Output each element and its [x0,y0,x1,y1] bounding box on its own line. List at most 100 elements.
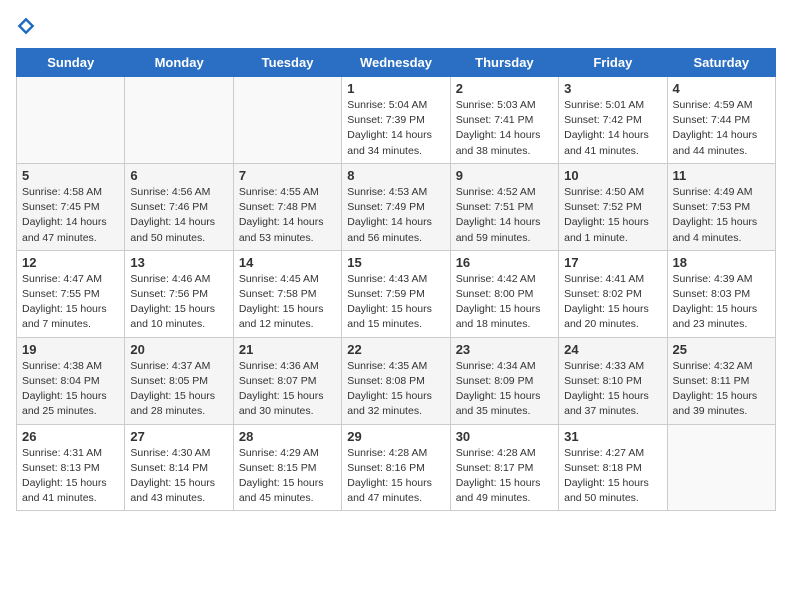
day-number: 6 [130,168,227,183]
calendar-cell: 15 Sunrise: 4:43 AMSunset: 7:59 PMDayligh… [342,250,450,337]
calendar-cell: 4 Sunrise: 4:59 AMSunset: 7:44 PMDaylight… [667,77,775,164]
day-number: 12 [22,255,119,270]
calendar-cell: 7 Sunrise: 4:55 AMSunset: 7:48 PMDaylight… [233,163,341,250]
calendar-cell: 18 Sunrise: 4:39 AMSunset: 8:03 PMDayligh… [667,250,775,337]
day-info: Sunrise: 4:35 AMSunset: 8:08 PMDaylight:… [347,359,444,420]
day-info: Sunrise: 4:43 AMSunset: 7:59 PMDaylight:… [347,272,444,333]
day-number: 3 [564,81,661,96]
logo-icon [16,16,36,36]
day-number: 16 [456,255,553,270]
calendar-cell: 14 Sunrise: 4:45 AMSunset: 7:58 PMDayligh… [233,250,341,337]
calendar-cell: 13 Sunrise: 4:46 AMSunset: 7:56 PMDayligh… [125,250,233,337]
day-number: 4 [673,81,770,96]
day-info: Sunrise: 4:49 AMSunset: 7:53 PMDaylight:… [673,185,770,246]
day-info: Sunrise: 5:01 AMSunset: 7:42 PMDaylight:… [564,98,661,159]
day-info: Sunrise: 4:56 AMSunset: 7:46 PMDaylight:… [130,185,227,246]
col-header-sunday: Sunday [17,49,125,77]
day-number: 14 [239,255,336,270]
day-info: Sunrise: 4:38 AMSunset: 8:04 PMDaylight:… [22,359,119,420]
calendar-cell: 11 Sunrise: 4:49 AMSunset: 7:53 PMDayligh… [667,163,775,250]
day-info: Sunrise: 4:37 AMSunset: 8:05 PMDaylight:… [130,359,227,420]
day-info: Sunrise: 4:42 AMSunset: 8:00 PMDaylight:… [456,272,553,333]
col-header-tuesday: Tuesday [233,49,341,77]
calendar-cell: 21 Sunrise: 4:36 AMSunset: 8:07 PMDayligh… [233,337,341,424]
calendar-cell: 30 Sunrise: 4:28 AMSunset: 8:17 PMDayligh… [450,424,558,511]
day-number: 27 [130,429,227,444]
day-number: 17 [564,255,661,270]
day-number: 23 [456,342,553,357]
day-info: Sunrise: 4:53 AMSunset: 7:49 PMDaylight:… [347,185,444,246]
calendar-cell: 22 Sunrise: 4:35 AMSunset: 8:08 PMDayligh… [342,337,450,424]
day-info: Sunrise: 4:41 AMSunset: 8:02 PMDaylight:… [564,272,661,333]
calendar-cell: 29 Sunrise: 4:28 AMSunset: 8:16 PMDayligh… [342,424,450,511]
calendar-cell: 2 Sunrise: 5:03 AMSunset: 7:41 PMDaylight… [450,77,558,164]
day-number: 2 [456,81,553,96]
day-info: Sunrise: 4:28 AMSunset: 8:17 PMDaylight:… [456,446,553,507]
day-number: 22 [347,342,444,357]
calendar-cell: 8 Sunrise: 4:53 AMSunset: 7:49 PMDaylight… [342,163,450,250]
day-number: 10 [564,168,661,183]
day-number: 25 [673,342,770,357]
calendar-cell: 19 Sunrise: 4:38 AMSunset: 8:04 PMDayligh… [17,337,125,424]
calendar-cell: 26 Sunrise: 4:31 AMSunset: 8:13 PMDayligh… [17,424,125,511]
day-info: Sunrise: 4:33 AMSunset: 8:10 PMDaylight:… [564,359,661,420]
day-info: Sunrise: 4:45 AMSunset: 7:58 PMDaylight:… [239,272,336,333]
day-number: 29 [347,429,444,444]
day-number: 11 [673,168,770,183]
calendar-cell [125,77,233,164]
page-header [16,16,776,36]
day-number: 9 [456,168,553,183]
calendar-table: SundayMondayTuesdayWednesdayThursdayFrid… [16,48,776,511]
calendar-cell: 3 Sunrise: 5:01 AMSunset: 7:42 PMDaylight… [559,77,667,164]
calendar-cell: 1Sunrise: 5:04 AMSunset: 7:39 PMDaylight… [342,77,450,164]
day-info: Sunrise: 4:30 AMSunset: 8:14 PMDaylight:… [130,446,227,507]
calendar-cell: 23 Sunrise: 4:34 AMSunset: 8:09 PMDayligh… [450,337,558,424]
day-number: 19 [22,342,119,357]
day-number: 26 [22,429,119,444]
day-number: 24 [564,342,661,357]
calendar-cell: 25 Sunrise: 4:32 AMSunset: 8:11 PMDayligh… [667,337,775,424]
day-info: Sunrise: 4:55 AMSunset: 7:48 PMDaylight:… [239,185,336,246]
day-info: Sunrise: 4:47 AMSunset: 7:55 PMDaylight:… [22,272,119,333]
calendar-cell: 28 Sunrise: 4:29 AMSunset: 8:15 PMDayligh… [233,424,341,511]
calendar-cell: 5 Sunrise: 4:58 AMSunset: 7:45 PMDaylight… [17,163,125,250]
day-number: 7 [239,168,336,183]
calendar-cell [233,77,341,164]
day-number: 30 [456,429,553,444]
day-info: Sunrise: 4:36 AMSunset: 8:07 PMDaylight:… [239,359,336,420]
calendar-cell: 27 Sunrise: 4:30 AMSunset: 8:14 PMDayligh… [125,424,233,511]
calendar-cell: 20 Sunrise: 4:37 AMSunset: 8:05 PMDayligh… [125,337,233,424]
day-info: Sunrise: 4:31 AMSunset: 8:13 PMDaylight:… [22,446,119,507]
day-number: 28 [239,429,336,444]
day-info: Sunrise: 4:28 AMSunset: 8:16 PMDaylight:… [347,446,444,507]
calendar-cell: 6 Sunrise: 4:56 AMSunset: 7:46 PMDaylight… [125,163,233,250]
day-info: Sunrise: 4:39 AMSunset: 8:03 PMDaylight:… [673,272,770,333]
day-info: Sunrise: 5:04 AMSunset: 7:39 PMDaylight:… [347,98,444,159]
day-info: Sunrise: 4:52 AMSunset: 7:51 PMDaylight:… [456,185,553,246]
day-info: Sunrise: 4:58 AMSunset: 7:45 PMDaylight:… [22,185,119,246]
day-info: Sunrise: 4:34 AMSunset: 8:09 PMDaylight:… [456,359,553,420]
calendar-cell: 17 Sunrise: 4:41 AMSunset: 8:02 PMDayligh… [559,250,667,337]
day-number: 13 [130,255,227,270]
logo [16,16,40,36]
day-number: 20 [130,342,227,357]
day-info: Sunrise: 4:46 AMSunset: 7:56 PMDaylight:… [130,272,227,333]
calendar-cell: 31 Sunrise: 4:27 AMSunset: 8:18 PMDayligh… [559,424,667,511]
day-number: 8 [347,168,444,183]
day-number: 31 [564,429,661,444]
day-info: Sunrise: 4:29 AMSunset: 8:15 PMDaylight:… [239,446,336,507]
calendar-cell: 9 Sunrise: 4:52 AMSunset: 7:51 PMDaylight… [450,163,558,250]
day-info: Sunrise: 4:59 AMSunset: 7:44 PMDaylight:… [673,98,770,159]
calendar-cell [17,77,125,164]
day-number: 21 [239,342,336,357]
col-header-friday: Friday [559,49,667,77]
day-info: Sunrise: 4:27 AMSunset: 8:18 PMDaylight:… [564,446,661,507]
col-header-wednesday: Wednesday [342,49,450,77]
calendar-cell: 12 Sunrise: 4:47 AMSunset: 7:55 PMDayligh… [17,250,125,337]
day-number: 18 [673,255,770,270]
day-number: 15 [347,255,444,270]
day-number: 5 [22,168,119,183]
day-info: Sunrise: 4:32 AMSunset: 8:11 PMDaylight:… [673,359,770,420]
day-info: Sunrise: 5:03 AMSunset: 7:41 PMDaylight:… [456,98,553,159]
calendar-cell: 24 Sunrise: 4:33 AMSunset: 8:10 PMDayligh… [559,337,667,424]
